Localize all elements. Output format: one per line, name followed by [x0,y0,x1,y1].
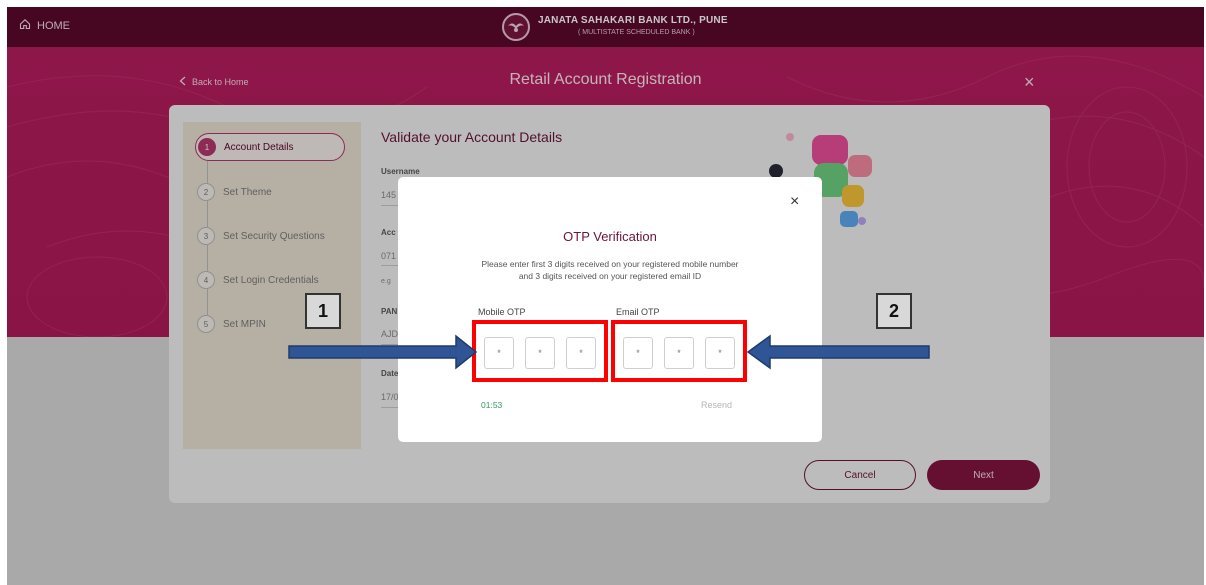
annotation-arrows [288,334,930,370]
annotation-label-1: 1 [305,293,341,329]
arrow-right-icon [288,334,478,370]
screenshot-frame: HOME JANATA SAHAKARI BANK LTD., PUNE ( M… [0,0,1206,585]
arrow-left-icon [746,334,930,370]
annotation-label-2: 2 [876,293,912,329]
